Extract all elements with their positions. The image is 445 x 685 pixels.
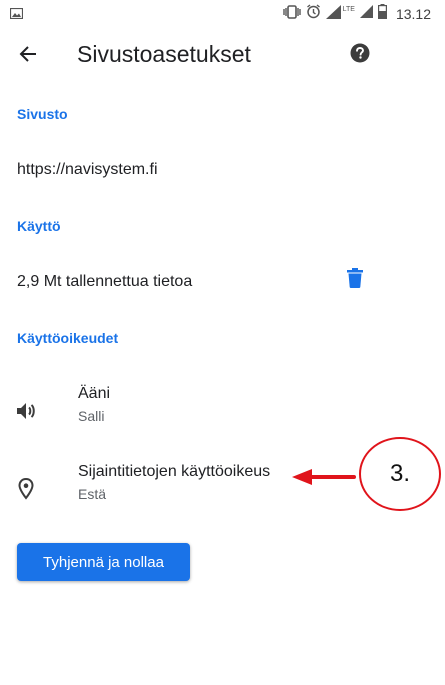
stored-data-text: 2,9 Mt tallennettua tietoa [17,273,193,290]
clear-storage-button[interactable] [341,266,369,294]
clock: 13.12 [395,6,431,22]
help-icon [350,43,370,68]
annotation-arrow-icon [290,467,356,492]
permission-row-sound[interactable]: Ääni Salli [0,385,445,441]
annotation-label: 3. [389,460,410,487]
battery-icon [377,4,387,24]
permission-title: Ääni [78,385,111,402]
annotation-callout: 3. [359,437,441,511]
clear-and-reset-button[interactable]: Tyhjennä ja nollaa [17,543,190,581]
vibrate-icon [282,4,301,24]
gallery-icon [9,6,24,24]
permission-status: Estä [78,486,107,502]
signal-icon [359,5,373,23]
speaker-icon [14,399,38,423]
back-button[interactable] [12,40,44,72]
app-bar: Sivustoasetukset [0,26,445,84]
usage-section-header: Käyttö [17,218,61,234]
help-button[interactable] [347,42,373,68]
back-arrow-icon [19,45,37,68]
trash-icon [347,267,363,293]
site-section-header: Sivusto [17,106,68,122]
alarm-icon [306,4,321,24]
signal-icon [325,4,341,24]
page-title: Sivustoasetukset [77,41,251,67]
site-url: https://navisystem.fi [17,161,158,178]
status-bar: LTE 13.12 [0,0,445,26]
permissions-section-header: Käyttöoikeudet [17,330,119,346]
network-type-label: LTE [342,5,355,13]
permission-status: Salli [78,408,105,424]
location-pin-icon [14,477,38,501]
permission-title: Sijaintitietojen käyttöoikeus [78,463,271,480]
